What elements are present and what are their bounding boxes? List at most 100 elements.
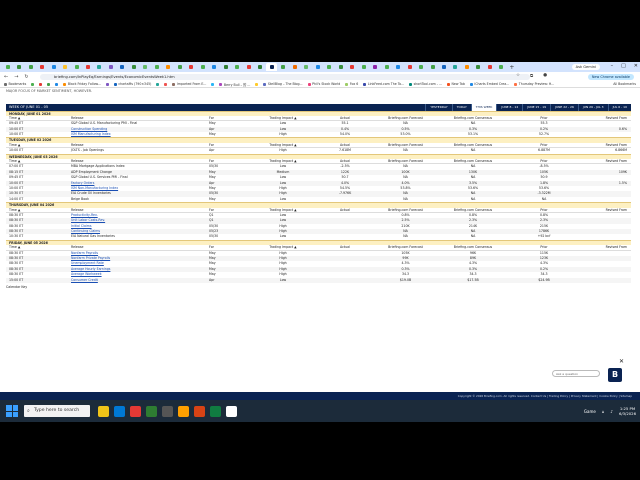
column-header-impact[interactable]: Trading Impact ▲: [249, 245, 317, 249]
clock[interactable]: 1:25 PM 6/3/2026: [619, 406, 636, 416]
browser-tab[interactable]: [220, 63, 231, 71]
browser-tab[interactable]: [209, 63, 220, 71]
week-nav-item[interactable]: YESTERDAY: [425, 104, 451, 111]
browser-tab[interactable]: [59, 63, 70, 71]
bookmark-item[interactable]: [156, 82, 160, 86]
browser-tab[interactable]: [71, 63, 82, 71]
bookmark-item[interactable]: Thursday Preview: H...: [514, 82, 554, 86]
browser-tab[interactable]: [151, 63, 162, 71]
browser-tab[interactable]: [484, 63, 495, 71]
column-header-time[interactable]: Time ▲: [6, 143, 68, 147]
minimize-icon[interactable]: –: [611, 63, 614, 69]
extensions-icon[interactable]: ⧉: [530, 73, 533, 79]
maximize-icon[interactable]: □: [621, 63, 626, 69]
profile-icon[interactable]: ●: [543, 73, 547, 79]
all-bookmarks-button[interactable]: All Bookmarks: [613, 82, 636, 86]
browser-tab[interactable]: [473, 63, 484, 71]
week-nav-item[interactable]: THIS WEEK: [470, 104, 497, 111]
column-header-impact[interactable]: Trading Impact ▲: [249, 143, 317, 147]
browser-tab[interactable]: [404, 63, 415, 71]
browser-tab[interactable]: [105, 63, 116, 71]
bookmark-item[interactable]: Phil's Stock World: [307, 82, 340, 86]
browser-tab[interactable]: [427, 63, 438, 71]
browser-tab[interactable]: [335, 63, 346, 71]
browser-tab[interactable]: [140, 63, 151, 71]
browser-tab[interactable]: [370, 63, 381, 71]
game-label[interactable]: Game: [584, 409, 596, 414]
bookmark-item[interactable]: Bookmarks: [4, 82, 26, 86]
taskbar-search[interactable]: ⌕ Type here to search: [24, 405, 90, 417]
bookmark-item[interactable]: Berry Bull – 的 ...: [219, 82, 250, 87]
browser-tab[interactable]: [381, 63, 392, 71]
browser-tab[interactable]: [48, 63, 59, 71]
browser-tab[interactable]: [186, 63, 197, 71]
browser-tab[interactable]: [82, 63, 93, 71]
close-icon[interactable]: ✕: [634, 63, 638, 69]
cell-release[interactable]: ISM Manufacturing Index: [68, 132, 206, 137]
bookmark-item[interactable]: [31, 82, 35, 86]
browser-tab[interactable]: [278, 63, 289, 71]
bookmark-item[interactable]: New Tab: [446, 82, 465, 86]
taskbar-app-icon[interactable]: [130, 405, 141, 417]
bookmark-item[interactable]: [255, 82, 259, 86]
browser-tab[interactable]: [392, 63, 403, 71]
taskbar-app-icon[interactable]: [194, 405, 205, 417]
column-header-impact[interactable]: Trading Impact ▲: [249, 208, 317, 212]
bookmark-item[interactable]: Imported From E...: [172, 82, 206, 86]
browser-tab[interactable]: [461, 63, 472, 71]
week-nav-item[interactable]: TODAY: [451, 104, 471, 111]
browser-tab[interactable]: [163, 63, 174, 71]
taskbar-app-icon[interactable]: [210, 405, 221, 417]
chrome-update-button[interactable]: New Chrome available: [587, 73, 634, 80]
ask-gemini-button[interactable]: Ask Gemini: [571, 63, 600, 70]
browser-tab[interactable]: [415, 63, 426, 71]
browser-tab[interactable]: [94, 63, 105, 71]
browser-tab[interactable]: [324, 63, 335, 71]
week-nav-item[interactable]: JUN 29 - JUL 3: [577, 104, 608, 111]
bookmark-star-icon[interactable]: ☆: [516, 73, 520, 79]
address-bar[interactable]: briefing.com/InPlayEq/Earnings/Events/Ec…: [40, 73, 530, 80]
column-header-time[interactable]: Time ▲: [6, 245, 68, 249]
browser-tab[interactable]: [266, 63, 278, 71]
taskbar-app-icon[interactable]: [226, 405, 237, 417]
column-header-time[interactable]: Time ▲: [6, 159, 68, 163]
week-nav-item[interactable]: JUNE 22 - 26: [550, 104, 578, 111]
browser-tab[interactable]: [36, 63, 47, 71]
briefing-logo-badge[interactable]: B: [608, 368, 622, 382]
week-nav-item[interactable]: JUNE 8 - 12: [496, 104, 522, 111]
cell-release[interactable]: Consumer Credit: [68, 278, 206, 283]
browser-tab[interactable]: [197, 63, 208, 71]
week-nav-item[interactable]: JUNE 15 - 19: [522, 104, 550, 111]
taskbar-app-icon[interactable]: [178, 405, 189, 417]
browser-tab[interactable]: [289, 63, 300, 71]
bookmark-item[interactable]: [55, 82, 59, 86]
ask-question-input[interactable]: Ask a question: [552, 370, 600, 377]
browser-tab[interactable]: [496, 63, 507, 71]
network-icon[interactable]: ⌂: [602, 409, 605, 414]
column-header-time[interactable]: Time ▲: [6, 208, 68, 212]
bookmark-item[interactable]: [39, 82, 43, 86]
taskbar-app-icon[interactable]: [162, 405, 173, 417]
browser-tab[interactable]: [174, 63, 185, 71]
windows-start-icon[interactable]: [6, 405, 18, 417]
bookmark-item[interactable]: Fox 6: [345, 82, 358, 86]
browser-tab[interactable]: [2, 63, 13, 71]
browser-tab[interactable]: [438, 63, 449, 71]
taskbar-app-icon[interactable]: [146, 405, 157, 417]
browser-tab[interactable]: [128, 63, 139, 71]
week-nav-item[interactable]: JUL 6 - 10: [607, 104, 631, 111]
browser-tab[interactable]: [312, 63, 323, 71]
bookmark-item[interactable]: [211, 82, 215, 86]
forward-icon[interactable]: →: [14, 74, 18, 80]
bookmark-item[interactable]: [47, 82, 51, 86]
bookmark-item[interactable]: iCharts Embed Crea...: [469, 82, 509, 86]
reload-icon[interactable]: ↻: [24, 74, 28, 80]
bookmark-item[interactable]: [164, 82, 168, 86]
close-icon[interactable]: ✕: [619, 358, 624, 365]
bookmark-item[interactable]: chartaMs (790×345): [113, 82, 151, 86]
browser-tab[interactable]: [450, 63, 461, 71]
browser-tab[interactable]: [347, 63, 358, 71]
back-icon[interactable]: ←: [4, 74, 8, 80]
browser-tab[interactable]: [117, 63, 128, 71]
browser-tab[interactable]: [232, 63, 243, 71]
